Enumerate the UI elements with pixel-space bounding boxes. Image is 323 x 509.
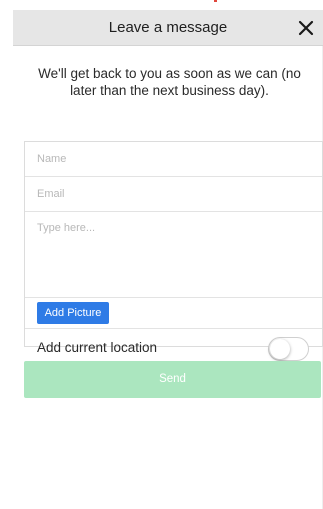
name-field-row: [25, 142, 322, 177]
location-row: Add current location: [25, 328, 322, 361]
location-label: Add current location: [37, 340, 158, 355]
close-icon: [298, 20, 314, 36]
add-picture-button[interactable]: Add Picture: [37, 302, 109, 324]
page-title: Leave a message: [108, 19, 228, 36]
header-bar: Leave a message: [13, 10, 323, 46]
toggle-knob: [270, 339, 290, 359]
leave-message-screen: Leave a message We'll get back to you as…: [0, 0, 323, 509]
top-edge: [0, 0, 323, 10]
top-accent-mark: [214, 0, 217, 2]
send-button[interactable]: Send: [24, 361, 321, 398]
name-field[interactable]: [25, 142, 322, 176]
message-form: Add Picture Add current location: [24, 141, 323, 361]
email-field-row: [25, 177, 322, 212]
message-panel: We'll get back to you as soon as we can …: [13, 46, 323, 509]
close-button[interactable]: [291, 13, 321, 43]
location-toggle[interactable]: [268, 337, 309, 361]
email-field[interactable]: [25, 177, 322, 211]
intro-text: We'll get back to you as soon as we can …: [38, 66, 301, 98]
message-field-row: [25, 212, 322, 298]
message-textarea[interactable]: [25, 212, 322, 297]
